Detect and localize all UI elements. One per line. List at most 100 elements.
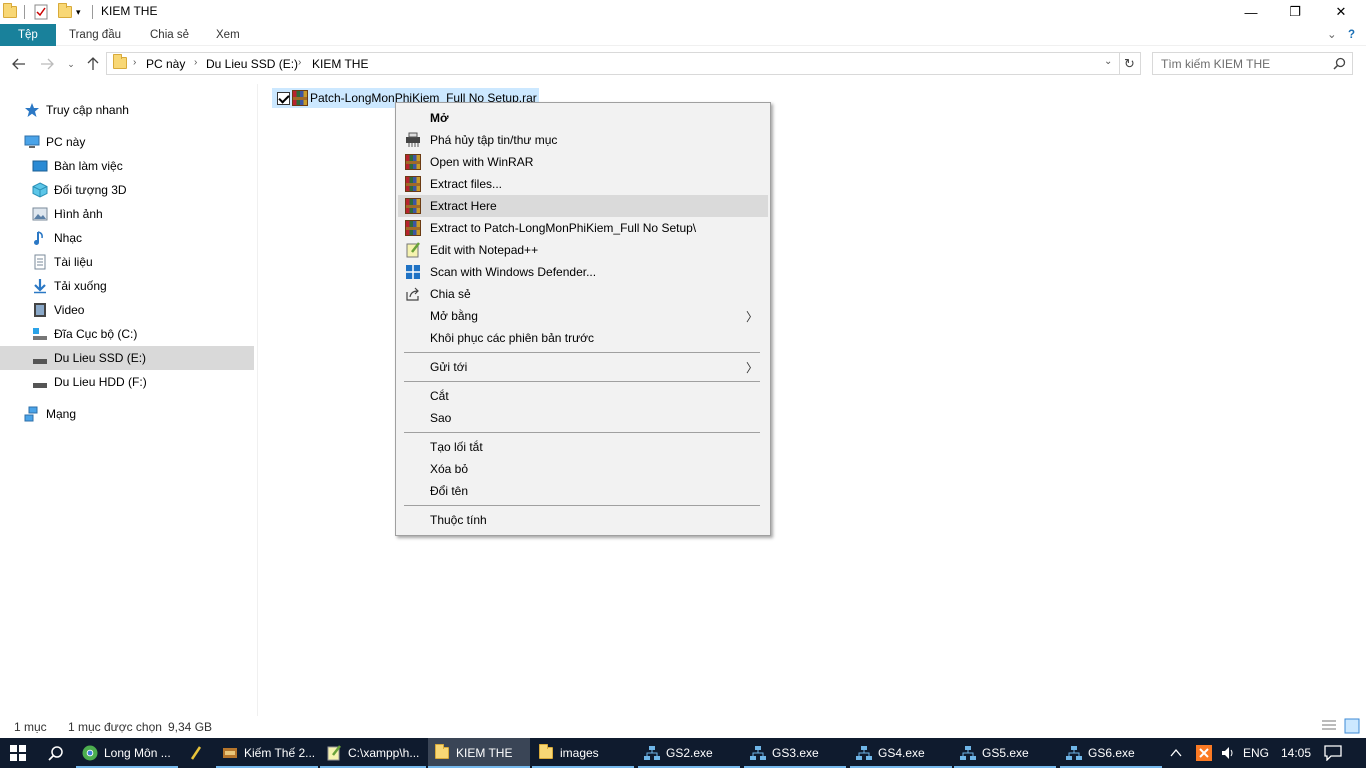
sidebar-item-desktop[interactable]: Bàn làm việc — [0, 154, 254, 178]
clock[interactable]: 14:05 — [1281, 738, 1311, 768]
sidebar-item-network[interactable]: Mạng — [0, 402, 254, 426]
pane-divider[interactable] — [257, 84, 258, 716]
menu-item-shred[interactable]: Phá hủy tập tin/thư mục — [398, 129, 768, 151]
pen-icon — [188, 745, 204, 761]
recent-locations-icon[interactable]: ⌄ — [61, 55, 81, 73]
large-icons-view-icon[interactable] — [1344, 718, 1360, 737]
notification-icon — [1324, 745, 1342, 761]
taskbar-item-pen[interactable] — [182, 738, 214, 768]
customize-toolbar-icon[interactable]: ▾ — [76, 3, 81, 21]
chrome-icon — [82, 745, 98, 761]
restore-button[interactable]: ❐ — [1272, 0, 1318, 24]
taskbar-item-game[interactable]: Kiếm Thế 2... — [216, 738, 318, 768]
menu-item-open-with[interactable]: Mở bằng 〉 — [398, 305, 768, 327]
taskbar: Long Môn ... Kiếm Thế 2... C:\xampp\h...… — [0, 738, 1366, 768]
menu-item-rename[interactable]: Đổi tên — [398, 480, 768, 502]
taskbar-item-gs6[interactable]: GS6.exe — [1060, 738, 1162, 768]
sidebar-item-label: Tải xuống — [54, 279, 107, 293]
search-icon[interactable] — [1333, 57, 1346, 73]
search-input[interactable]: Tìm kiếm KIEM THE — [1161, 57, 1270, 71]
menu-item-create-shortcut[interactable]: Tạo lối tắt — [398, 436, 768, 458]
sidebar-item-drive-c[interactable]: Đĩa Cục bộ (C:) — [0, 322, 254, 346]
search-box[interactable]: Tìm kiếm KIEM THE — [1152, 52, 1353, 75]
sidebar-item-label: Bàn làm việc — [54, 159, 123, 173]
menu-item-label: Gửi tới — [430, 360, 468, 374]
back-icon[interactable] — [9, 55, 29, 73]
sidebar-item-drive-e[interactable]: Du Lieu SSD (E:) — [0, 346, 254, 370]
sidebar-item-label: Du Lieu HDD (F:) — [54, 375, 147, 389]
sidebar-item-videos[interactable]: Video — [0, 298, 254, 322]
menu-item-send-to[interactable]: Gửi tới 〉 — [398, 356, 768, 378]
menu-item-edit-notepad[interactable]: Edit with Notepad++ — [398, 239, 768, 261]
tab-view[interactable]: Xem — [216, 24, 240, 46]
taskbar-item-gs3[interactable]: GS3.exe — [744, 738, 846, 768]
close-button[interactable]: ✕ — [1318, 0, 1364, 24]
refresh-icon[interactable]: ↻ — [1124, 56, 1135, 72]
chevron-down-icon[interactable]: ⌄ — [1104, 56, 1112, 67]
winrar-icon — [405, 198, 421, 214]
sidebar-item-drive-f[interactable]: Du Lieu HDD (F:) — [0, 370, 254, 394]
menu-item-label: Scan with Windows Defender... — [430, 265, 597, 279]
chevron-right-icon[interactable]: › — [194, 57, 197, 68]
drive-icon — [32, 374, 48, 390]
menu-item-extract-here[interactable]: Extract Here — [398, 195, 768, 217]
taskbar-item-gs2[interactable]: GS2.exe — [638, 738, 740, 768]
menu-item-restore-versions[interactable]: Khôi phục các phiên bản trước — [398, 327, 768, 349]
breadcrumb-drive[interactable]: Du Lieu SSD (E:) — [206, 57, 298, 71]
sidebar-item-pictures[interactable]: Hình ảnh — [0, 202, 254, 226]
show-hidden-icons[interactable] — [1170, 738, 1182, 768]
menu-item-open-with-winrar[interactable]: Open with WinRAR — [398, 151, 768, 173]
expand-ribbon-icon[interactable]: ⌄ — [1327, 24, 1337, 46]
properties-icon[interactable] — [34, 3, 48, 21]
tab-file[interactable]: Tệp — [0, 24, 56, 46]
taskbar-item-gs5[interactable]: GS5.exe — [954, 738, 1056, 768]
sidebar-item-this-pc[interactable]: PC này — [0, 130, 254, 154]
taskbar-item-images[interactable]: images — [532, 738, 634, 768]
taskbar-item-kiem-the[interactable]: KIEM THE — [428, 738, 530, 768]
tab-home[interactable]: Trang đầu — [69, 24, 121, 46]
chevron-right-icon[interactable]: › — [298, 57, 301, 68]
sidebar-item-3d-objects[interactable]: Đối tượng 3D — [0, 178, 254, 202]
sidebar-item-documents[interactable]: Tài liệu — [0, 250, 254, 274]
taskbar-item-gs4[interactable]: GS4.exe — [850, 738, 952, 768]
menu-item-delete[interactable]: Xóa bỏ — [398, 458, 768, 480]
chevron-right-icon: 〉 — [745, 361, 758, 375]
sidebar-item-quick-access[interactable]: Truy cập nhanh — [0, 98, 254, 122]
menu-item-label: Extract to Patch-LongMonPhiKiem_Full No … — [430, 221, 697, 235]
menu-item-extract-files[interactable]: Extract files... — [398, 173, 768, 195]
details-view-icon[interactable] — [1321, 719, 1337, 736]
forward-icon[interactable] — [37, 55, 57, 73]
taskbar-item-chrome[interactable]: Long Môn ... — [76, 738, 178, 768]
menu-item-properties[interactable]: Thuộc tính — [398, 509, 768, 531]
language-indicator[interactable]: ENG — [1243, 738, 1269, 768]
menu-item-scan-defender[interactable]: Scan with Windows Defender... — [398, 261, 768, 283]
breadcrumb-folder[interactable]: KIEM THE — [312, 57, 368, 71]
menu-item-extract-to[interactable]: Extract to Patch-LongMonPhiKiem_Full No … — [398, 217, 768, 239]
menu-item-cut[interactable]: Cắt — [398, 385, 768, 407]
sidebar-item-downloads[interactable]: Tải xuống — [0, 274, 254, 298]
help-icon[interactable]: ? — [1348, 24, 1355, 46]
chevron-right-icon[interactable]: › — [133, 57, 136, 68]
ribbon: Tệp Trang đầu Chia sẻ Xem ⌄ ? — [0, 24, 1366, 46]
taskbar-item-label: C:\xampp\h... — [348, 746, 420, 760]
menu-item-open[interactable]: Mở — [398, 107, 768, 129]
star-icon — [24, 102, 40, 118]
start-button[interactable] — [0, 738, 40, 768]
action-center-button[interactable] — [1324, 738, 1342, 768]
menu-item-copy[interactable]: Sao — [398, 407, 768, 429]
tab-share[interactable]: Chia sẻ — [150, 24, 189, 46]
xampp-tray-icon[interactable] — [1196, 738, 1212, 768]
up-icon[interactable] — [83, 55, 103, 73]
notepad-icon — [326, 745, 342, 761]
search-button[interactable] — [40, 738, 72, 768]
speaker-tray-icon[interactable] — [1220, 738, 1236, 768]
taskbar-item-notepad[interactable]: C:\xampp\h... — [320, 738, 426, 768]
sidebar-item-label: Tài liệu — [54, 255, 93, 269]
file-checkbox[interactable] — [277, 91, 290, 105]
new-folder-icon[interactable] — [58, 3, 72, 21]
address-bar[interactable]: › PC này › Du Lieu SSD (E:) › KIEM THE ⌄… — [106, 52, 1141, 75]
breadcrumb-pc[interactable]: PC này — [146, 57, 185, 71]
menu-item-share[interactable]: Chia sẻ — [398, 283, 768, 305]
minimize-button[interactable]: — — [1228, 0, 1274, 24]
sidebar-item-music[interactable]: Nhạc — [0, 226, 254, 250]
